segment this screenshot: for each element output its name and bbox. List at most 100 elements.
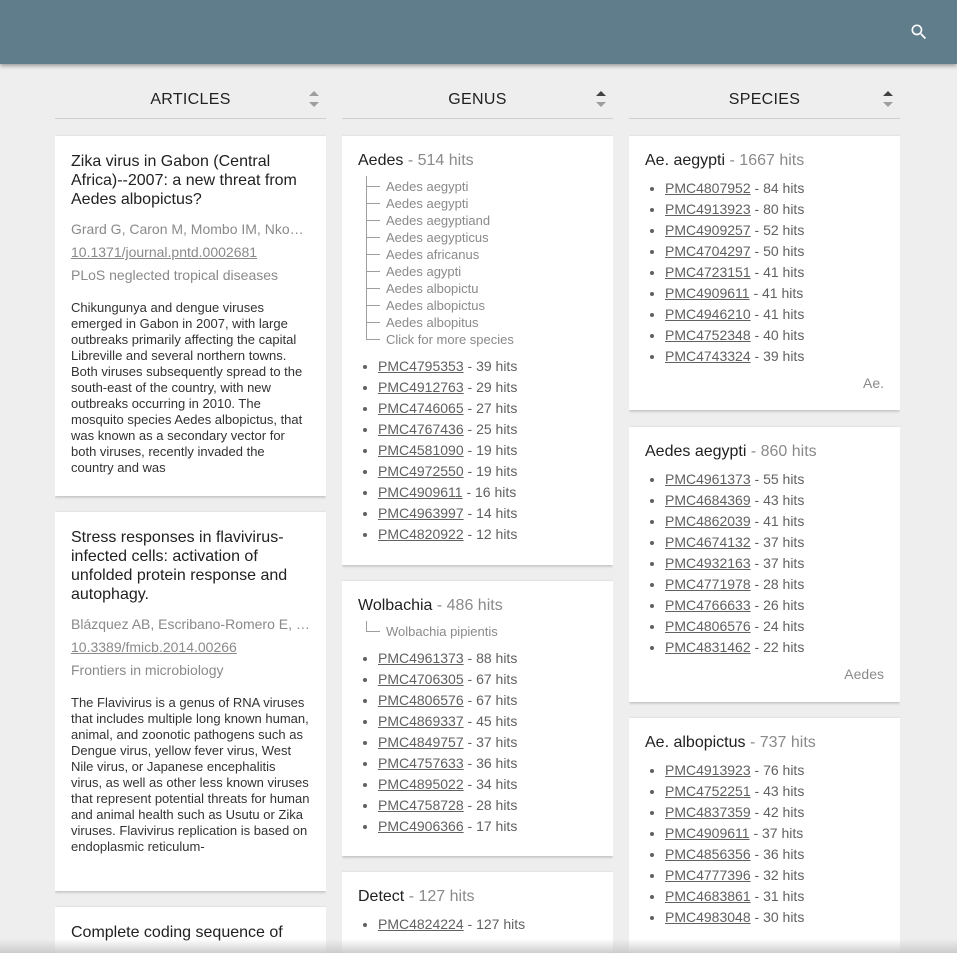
- tree-item[interactable]: Wolbachia pipientis: [366, 621, 597, 640]
- pmc-link[interactable]: PMC4909611: [665, 285, 750, 301]
- genus-name[interactable]: Wolbachia: [358, 597, 432, 614]
- pmc-link[interactable]: PMC4946210: [665, 306, 751, 322]
- more-species-link[interactable]: Click for more species: [366, 329, 597, 348]
- pmc-hit-list: PMC4824224 - 127 hits: [358, 914, 597, 935]
- pmc-link[interactable]: PMC4983048: [665, 909, 751, 925]
- sort-icon[interactable]: [595, 88, 607, 110]
- pmc-link[interactable]: PMC4704297: [665, 243, 751, 259]
- pmc-link[interactable]: PMC4909257: [665, 222, 751, 238]
- species-name[interactable]: Aedes aegypti: [645, 443, 746, 460]
- pmc-link[interactable]: PMC4771978: [665, 576, 751, 592]
- tree-item[interactable]: Aedes albopictu: [366, 278, 597, 297]
- pmc-link[interactable]: PMC4684369: [665, 492, 751, 508]
- pmc-link[interactable]: PMC4961373: [378, 650, 464, 666]
- article-doi-link[interactable]: 10.1371/journal.pntd.0002681: [71, 244, 310, 260]
- species-name[interactable]: Ae. albopictus: [645, 734, 746, 751]
- search-icon[interactable]: [909, 22, 929, 42]
- pmc-link[interactable]: PMC4807952: [665, 180, 751, 196]
- tree-item[interactable]: Aedes aegypti: [366, 193, 597, 212]
- pmc-link[interactable]: PMC4758728: [378, 797, 464, 813]
- list-item: PMC4758728 - 28 hits: [378, 795, 597, 816]
- pmc-link[interactable]: PMC4683861: [665, 888, 751, 904]
- list-item: PMC4752251 - 43 hits: [665, 781, 884, 802]
- pmc-link[interactable]: PMC4820922: [378, 526, 464, 542]
- list-item: PMC4706305 - 67 hits: [378, 669, 597, 690]
- article-card[interactable]: Zika virus in Gabon (Central Africa)--20…: [55, 136, 326, 496]
- pmc-link[interactable]: PMC4913923: [665, 762, 751, 778]
- pmc-link[interactable]: PMC4869337: [378, 713, 464, 729]
- tree-item[interactable]: Aedes aegypticus: [366, 227, 597, 246]
- article-doi-link[interactable]: 10.3389/fmicb.2014.00266: [71, 639, 310, 655]
- tree-item[interactable]: Aedes aegyptiand: [366, 210, 597, 229]
- articles-column: ARTICLES Zika virus in Gabon (Central Af…: [55, 64, 326, 953]
- article-title[interactable]: Stress responses in flavivirus-infected …: [71, 528, 310, 604]
- pmc-link[interactable]: PMC4849757: [378, 734, 464, 750]
- pmc-link[interactable]: PMC4837359: [665, 804, 751, 820]
- tree-item[interactable]: Aedes agypti: [366, 261, 597, 280]
- articles-column-header[interactable]: ARTICLES: [55, 64, 326, 119]
- pmc-link[interactable]: PMC4912763: [378, 379, 464, 395]
- article-authors: Blázquez AB, Escribano-Romero E, Merino-…: [71, 616, 310, 632]
- pmc-link[interactable]: PMC4963997: [378, 505, 464, 521]
- pmc-link[interactable]: PMC4723151: [665, 264, 751, 280]
- pmc-hits: - 40 hits: [750, 327, 805, 343]
- article-card[interactable]: Stress responses in flavivirus-infected …: [55, 512, 326, 891]
- species-column-header[interactable]: SPECIES: [629, 64, 900, 119]
- pmc-link[interactable]: PMC4752251: [665, 783, 751, 799]
- pmc-link[interactable]: PMC4795353: [378, 358, 464, 374]
- genus-name[interactable]: Aedes: [358, 152, 403, 169]
- pmc-link[interactable]: PMC4972550: [378, 463, 464, 479]
- species-footer-link[interactable]: Ae.: [645, 375, 884, 391]
- pmc-link[interactable]: PMC4913923: [665, 201, 751, 217]
- pmc-link[interactable]: PMC4777396: [665, 867, 751, 883]
- pmc-link[interactable]: PMC4906366: [378, 818, 464, 834]
- pmc-hits: - 24 hits: [750, 618, 805, 634]
- pmc-hits: - 88 hits: [463, 650, 518, 666]
- genus-column-header[interactable]: GENUS: [342, 64, 613, 119]
- pmc-link[interactable]: PMC4909611: [665, 825, 750, 841]
- tree-item[interactable]: Aedes aegypti: [366, 176, 597, 195]
- pmc-link[interactable]: PMC4856356: [665, 846, 751, 862]
- sort-icon[interactable]: [308, 88, 320, 110]
- genus-name[interactable]: Detect: [358, 888, 404, 905]
- pmc-link[interactable]: PMC4746065: [378, 400, 464, 416]
- pmc-link[interactable]: PMC4831462: [665, 639, 751, 655]
- species-footer-link[interactable]: Aedes: [645, 666, 884, 682]
- pmc-link[interactable]: PMC4909611: [378, 484, 463, 500]
- pmc-hits: - 31 hits: [750, 888, 805, 904]
- tree-item[interactable]: Aedes albopictus: [366, 295, 597, 314]
- pmc-link[interactable]: PMC4767436: [378, 421, 464, 437]
- pmc-link[interactable]: PMC4961373: [665, 471, 751, 487]
- pmc-hits: - 19 hits: [463, 463, 518, 479]
- species-card: Aedes aegypti - 860 hits PMC4961373 - 55…: [629, 427, 900, 702]
- pmc-link[interactable]: PMC4806576: [665, 618, 751, 634]
- pmc-hits: - 84 hits: [750, 180, 805, 196]
- genus-hits: - 514 hits: [407, 152, 474, 169]
- pmc-link[interactable]: PMC4752348: [665, 327, 751, 343]
- pmc-link[interactable]: PMC4895022: [378, 776, 464, 792]
- pmc-link[interactable]: PMC4824224: [378, 916, 464, 932]
- pmc-link[interactable]: PMC4862039: [665, 513, 751, 529]
- sort-icon[interactable]: [882, 88, 894, 110]
- pmc-hits: - 36 hits: [750, 846, 805, 862]
- list-item: PMC4895022 - 34 hits: [378, 774, 597, 795]
- list-item: PMC4849757 - 37 hits: [378, 732, 597, 753]
- pmc-link[interactable]: PMC4743324: [665, 348, 751, 364]
- pmc-hits: - 80 hits: [750, 201, 805, 217]
- list-item: PMC4824224 - 127 hits: [378, 914, 597, 935]
- pmc-link[interactable]: PMC4674132: [665, 534, 751, 550]
- species-name[interactable]: Ae. aegypti: [645, 152, 725, 169]
- pmc-link[interactable]: PMC4581090: [378, 442, 464, 458]
- pmc-link[interactable]: PMC4757633: [378, 755, 464, 771]
- pmc-hits: - 41 hits: [749, 285, 804, 301]
- pmc-link[interactable]: PMC4932163: [665, 555, 751, 571]
- pmc-link[interactable]: PMC4806576: [378, 692, 464, 708]
- article-title[interactable]: Zika virus in Gabon (Central Africa)--20…: [71, 152, 310, 209]
- pmc-hits: - 76 hits: [750, 762, 805, 778]
- app-toolbar: [0, 0, 957, 64]
- pmc-link[interactable]: PMC4766633: [665, 597, 751, 613]
- tree-item[interactable]: Aedes africanus: [366, 244, 597, 263]
- tree-item[interactable]: Aedes albopitus: [366, 312, 597, 331]
- list-item: PMC4909611 - 41 hits: [665, 283, 884, 304]
- pmc-link[interactable]: PMC4706305: [378, 671, 464, 687]
